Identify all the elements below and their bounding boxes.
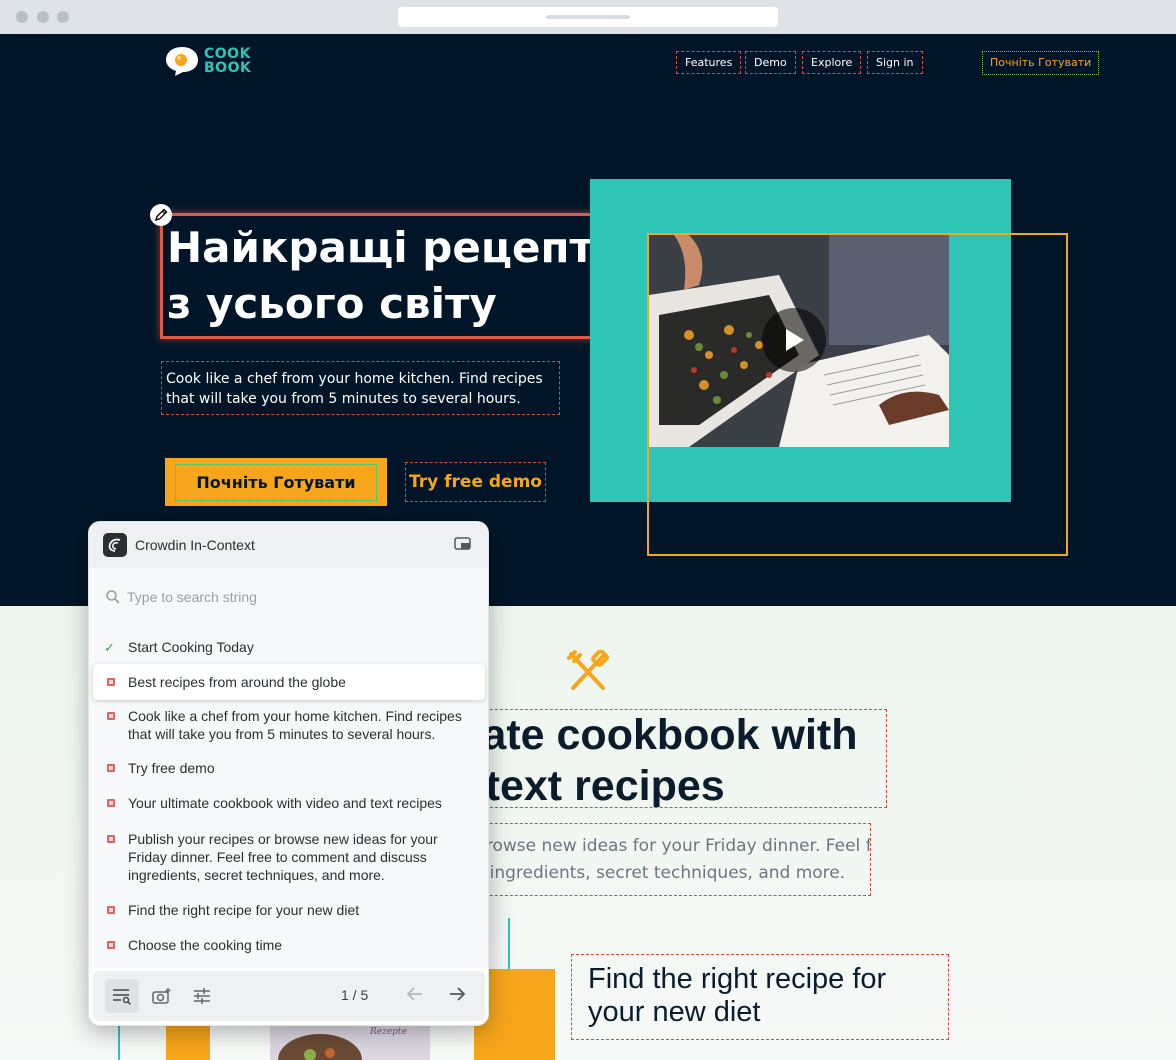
string-item-active[interactable]: Best recipes from around the globe bbox=[93, 664, 485, 700]
section-subtitle-line2: to comment and discuss ingredients, secr… bbox=[481, 863, 846, 883]
hero-subtitle-line1: Cook like a chef from your home kitchen.… bbox=[166, 371, 543, 387]
list-search-icon bbox=[113, 989, 131, 1005]
window-control-dot[interactable] bbox=[57, 11, 69, 23]
string-item[interactable]: Cook like a chef from your home kitchen.… bbox=[93, 698, 485, 752]
untranslated-status-icon bbox=[107, 678, 115, 686]
nav-demo[interactable]: Demo bbox=[745, 51, 796, 74]
browser-chrome bbox=[0, 0, 1176, 34]
hero-title-line1: Найкращі рецепти bbox=[167, 223, 624, 272]
nav-start-cooking-button[interactable]: Почніть Готувати bbox=[982, 51, 1100, 75]
teal-decor-line bbox=[118, 1025, 120, 1060]
nav-explore[interactable]: Explore bbox=[802, 51, 862, 74]
try-free-demo-button[interactable]: Try free demo bbox=[405, 462, 546, 502]
section-title-line1: Your ultimate cookbook with bbox=[481, 711, 858, 759]
pagination-label: 1 / 5 bbox=[341, 987, 369, 1003]
crowdin-panel: Crowdin In-Context Type to search string… bbox=[88, 521, 489, 1026]
arrow-right-icon[interactable] bbox=[447, 984, 467, 1004]
untranslated-status-icon bbox=[107, 799, 115, 807]
arrow-left-icon[interactable] bbox=[405, 984, 425, 1004]
string-list-button[interactable] bbox=[105, 979, 139, 1013]
start-cooking-label: Почніть Готувати bbox=[175, 463, 377, 501]
feature-title-line2: your new diet bbox=[588, 996, 761, 1028]
hero-title-line2: з усього світу bbox=[167, 279, 497, 328]
crowdin-panel-title: Crowdin In-Context bbox=[135, 537, 255, 553]
crowdin-panel-footer: 1 / 5 bbox=[93, 971, 485, 1021]
site-logo[interactable]: COOK BOOK bbox=[165, 45, 251, 77]
settings-button[interactable] bbox=[185, 979, 219, 1013]
screenshot-button[interactable] bbox=[145, 979, 179, 1013]
string-item[interactable]: Try free demo bbox=[93, 750, 485, 786]
untranslated-status-icon bbox=[107, 712, 115, 720]
search-icon bbox=[106, 590, 120, 604]
search-placeholder: Type to search string bbox=[127, 589, 257, 605]
fork-spatula-icon bbox=[567, 650, 609, 690]
translated-check-icon: ✓ bbox=[104, 640, 115, 655]
untranslated-status-icon bbox=[107, 941, 115, 949]
string-item[interactable]: ✓ Start Cooking Today bbox=[93, 629, 485, 665]
address-bar[interactable] bbox=[398, 7, 778, 27]
crowdin-logo-icon bbox=[103, 533, 127, 557]
section-subtitle-line1: Publish your recipes or browse new ideas… bbox=[480, 836, 870, 856]
logo-text-line1: COOK bbox=[204, 46, 251, 62]
section-title[interactable]: Your ultimate cookbook with video and te… bbox=[480, 709, 887, 808]
svg-text:Rezepte: Rezepte bbox=[369, 1027, 407, 1037]
string-item[interactable]: Publish your recipes or browse new ideas… bbox=[93, 821, 485, 893]
logo-text-line2: BOOK bbox=[204, 60, 252, 76]
untranslated-status-icon bbox=[107, 835, 115, 843]
sliders-icon bbox=[194, 988, 210, 1004]
string-list: ✓ Start Cooking Today Best recipes from … bbox=[93, 629, 485, 963]
crowdin-panel-header[interactable]: Crowdin In-Context bbox=[89, 522, 488, 568]
string-item[interactable]: Your ultimate cookbook with video and te… bbox=[93, 785, 485, 821]
window-control-dot[interactable] bbox=[16, 11, 28, 23]
string-item[interactable]: Find the right recipe for your new diet bbox=[93, 892, 485, 928]
edit-pencil-icon[interactable] bbox=[150, 204, 172, 226]
section-title-line2: video and text recipes bbox=[481, 762, 725, 808]
window-control-dot[interactable] bbox=[37, 11, 49, 23]
dock-window-icon[interactable] bbox=[454, 537, 472, 551]
untranslated-status-icon bbox=[107, 764, 115, 772]
start-cooking-button[interactable]: Почніть Готувати bbox=[165, 458, 387, 506]
nav-sign-in[interactable]: Sign in bbox=[867, 51, 923, 74]
hero-title[interactable]: Найкращі рецепти з усього світу bbox=[160, 213, 632, 339]
string-search-input[interactable]: Type to search string bbox=[105, 589, 257, 605]
camera-add-icon bbox=[152, 988, 171, 1004]
string-item[interactable]: Choose the cooking time bbox=[93, 927, 485, 963]
cookbook-logo-icon bbox=[166, 47, 198, 76]
recipe-photo: Rezepte bbox=[270, 1020, 430, 1060]
play-button-icon[interactable] bbox=[762, 308, 826, 372]
orange-decor-block bbox=[166, 1020, 210, 1060]
section-subtitle[interactable]: Publish your recipes or browse new ideas… bbox=[480, 823, 871, 896]
feature-title[interactable]: Find the right recipe for your new diet bbox=[571, 954, 949, 1040]
hero-subtitle[interactable]: Cook like a chef from your home kitchen.… bbox=[161, 361, 560, 415]
untranslated-status-icon bbox=[107, 906, 115, 914]
orange-decor-frame bbox=[647, 233, 1068, 556]
nav-features[interactable]: Features bbox=[676, 51, 742, 74]
hero-subtitle-line2: that will take you from 5 minutes to sev… bbox=[166, 391, 521, 407]
feature-title-line1: Find the right recipe for bbox=[588, 963, 887, 995]
